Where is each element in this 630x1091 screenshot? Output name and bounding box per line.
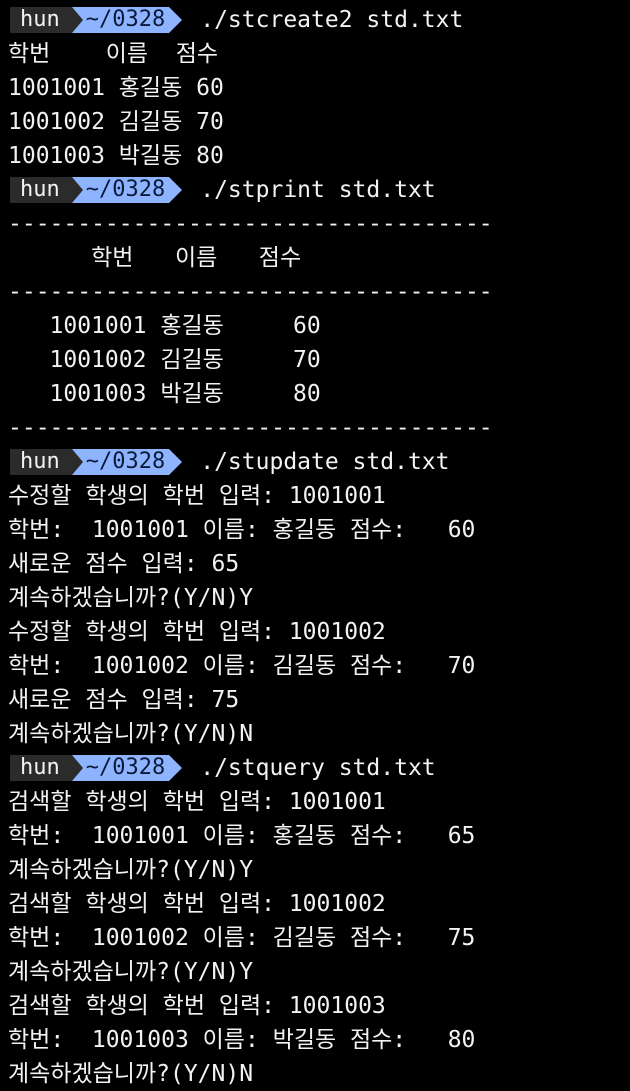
output-line: ----------------------------------- xyxy=(8,211,493,237)
output-line: 학번: 1001003 이름: 박길동 점수: 80 xyxy=(8,1027,476,1053)
shell-prompt-line: hun ~/0328 ./stprint std.txt xyxy=(8,173,630,207)
command-text: ./stquery std.txt xyxy=(200,755,436,781)
terminal-window[interactable]: hun ~/0328 ./stcreate2 std.txt 학번 이름 점수 1001… xyxy=(0,0,630,1090)
output-line: 검색할 학생의 학번 입력: 1001001 xyxy=(8,789,386,815)
prompt-user-segment: hun xyxy=(10,7,72,33)
output-line: ----------------------------------- xyxy=(8,279,493,305)
prompt-dir-segment: ~/0328 xyxy=(71,755,170,781)
output-line: 1001002 김길동 70 xyxy=(8,347,321,373)
output-line: 학번: 1001002 이름: 김길동 점수: 70 xyxy=(8,653,476,679)
output-line: 학번: 1001001 이름: 홍길동 점수: 65 xyxy=(8,823,476,849)
prompt-arrow-icon xyxy=(169,177,183,203)
prompt-user-segment: hun xyxy=(10,755,72,781)
output-line: 계속하겠습니까?(Y/N)Y xyxy=(8,959,254,985)
prompt-arrow-icon xyxy=(169,449,183,475)
prompt-arrow-icon xyxy=(169,7,183,33)
output-line: 수정할 학생의 학번 입력: 1001001 xyxy=(8,483,386,509)
shell-prompt-line: hun ~/0328 ./stupdate std.txt xyxy=(8,445,630,479)
command-text: ./stupdate std.txt xyxy=(200,449,450,475)
prompt-dir-segment: ~/0328 xyxy=(71,177,170,203)
prompt-arrow-icon xyxy=(169,755,183,781)
output-line: 새로운 점수 입력: 75 xyxy=(8,687,240,713)
output-line: 1001001 홍길동 60 xyxy=(8,313,321,339)
output-line: 학번 이름 점수 xyxy=(8,245,302,271)
shell-prompt-line: hun ~/0328 ./stquery std.txt xyxy=(8,751,630,785)
output-line: 1001003 박길동 80 xyxy=(8,381,321,407)
output-line: 학번: 1001002 이름: 김길동 점수: 75 xyxy=(8,925,476,951)
output-line: 계속하겠습니까?(Y/N)Y xyxy=(8,857,254,883)
prompt-user-segment: hun xyxy=(10,177,72,203)
command-text: ./stcreate2 std.txt xyxy=(200,7,464,33)
output-line: 학번 이름 점수 xyxy=(8,41,219,67)
output-line: 계속하겠습니까?(Y/N)N xyxy=(8,1061,254,1087)
output-line: 1001001 홍길동 60 xyxy=(8,75,224,101)
output-line: ----------------------------------- xyxy=(8,415,493,441)
prompt-user-segment: hun xyxy=(10,449,72,475)
prompt-dir-segment: ~/0328 xyxy=(71,7,170,33)
output-line: 1001002 김길동 70 xyxy=(8,109,224,135)
command-text: ./stprint std.txt xyxy=(200,177,436,203)
output-line: 검색할 학생의 학번 입력: 1001002 xyxy=(8,891,386,917)
output-line: 학번: 1001001 이름: 홍길동 점수: 60 xyxy=(8,517,476,543)
output-line: 수정할 학생의 학번 입력: 1001002 xyxy=(8,619,386,645)
output-line: 1001003 박길동 80 xyxy=(8,143,224,169)
prompt-dir-segment: ~/0328 xyxy=(71,449,170,475)
output-line: 새로운 점수 입력: 65 xyxy=(8,551,240,577)
output-line: 계속하겠습니까?(Y/N)Y xyxy=(8,585,254,611)
output-line: 계속하겠습니까?(Y/N)N xyxy=(8,721,254,747)
shell-prompt-line: hun ~/0328 ./stcreate2 std.txt xyxy=(8,3,630,37)
output-line: 검색할 학생의 학번 입력: 1001003 xyxy=(8,993,386,1019)
